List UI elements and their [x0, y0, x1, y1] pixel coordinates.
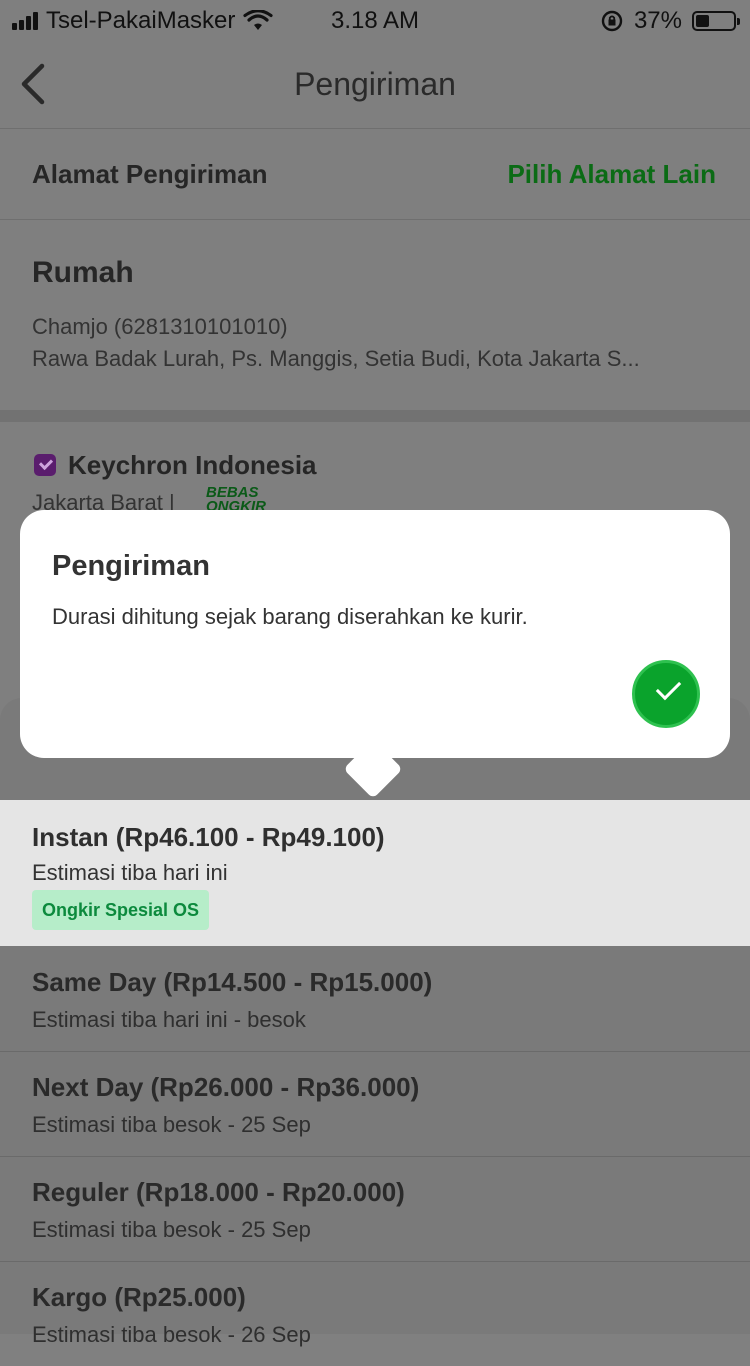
rotation-lock-icon	[601, 10, 623, 32]
option-subtitle: Estimasi tiba besok - 25 Sep	[32, 1112, 311, 1137]
address-contact: Chamjo (6281310101010)	[32, 314, 288, 339]
option-title: Next Day (Rp26.000 - Rp36.000)	[32, 1072, 420, 1102]
navigation-bar: Pengiriman	[0, 40, 750, 129]
option-title: Instan (Rp46.100 - Rp49.100)	[32, 822, 385, 852]
shop-name: Keychron Indonesia	[68, 450, 317, 480]
battery-fill	[696, 15, 709, 27]
popup-text: Durasi dihitung sejak barang diserahkan …	[52, 604, 528, 629]
confirm-button[interactable]	[632, 660, 700, 728]
shipping-option[interactable]: Reguler (Rp18.000 - Rp20.000) Estimasi t…	[0, 1157, 750, 1262]
shipping-option[interactable]: Next Day (Rp26.000 - Rp36.000) Estimasi …	[0, 1052, 750, 1157]
battery-icon	[692, 11, 740, 31]
option-subtitle: Estimasi tiba besok - 25 Sep	[32, 1217, 311, 1242]
section-divider	[0, 410, 750, 422]
address-section-title: Alamat Pengiriman	[32, 159, 268, 189]
option-title: Same Day (Rp14.500 - Rp15.000)	[32, 967, 433, 997]
address-line: Rawa Badak Lurah, Ps. Manggis, Setia Bud…	[32, 346, 640, 371]
choose-other-address-link[interactable]: Pilih Alamat Lain	[507, 159, 716, 190]
popup-title: Pengiriman	[52, 550, 210, 582]
shipping-option-instan[interactable]: Instan (Rp46.100 - Rp49.100) Estimasi ti…	[0, 800, 750, 946]
check-icon	[655, 674, 682, 701]
option-title: Kargo (Rp25.000)	[32, 1282, 246, 1312]
address-card: Rumah Chamjo (6281310101010) Rawa Badak …	[0, 220, 750, 410]
special-shipping-tag: Ongkir Spesial OS	[32, 890, 210, 930]
shop-section: Keychron Indonesia Jakarta Barat | BEBAS…	[0, 422, 750, 522]
option-subtitle: Estimasi tiba besok - 26 Sep	[32, 1322, 311, 1347]
status-right: 37%	[600, 7, 740, 35]
shipping-option[interactable]: Kargo (Rp25.000) Estimasi tiba besok - 2…	[0, 1262, 750, 1366]
shipping-option[interactable]: Same Day (Rp14.500 - Rp15.000) Estimasi …	[0, 947, 750, 1052]
option-subtitle: Estimasi tiba hari ini - besok	[32, 1007, 306, 1032]
address-header: Alamat Pengiriman Pilih Alamat Lain	[0, 129, 750, 220]
status-bar: Tsel-PakaiMasker 3.18 AM 37%	[0, 0, 750, 40]
option-title: Reguler (Rp18.000 - Rp20.000)	[32, 1177, 405, 1207]
address-label: Rumah	[32, 256, 134, 289]
official-store-badge-icon	[34, 454, 56, 476]
option-subtitle: Estimasi tiba hari ini	[32, 860, 228, 885]
coachmark-popup: Pengiriman Durasi dihitung sejak barang …	[20, 510, 730, 799]
page-title: Pengiriman	[294, 66, 456, 102]
battery-percent: 37%	[633, 7, 682, 34]
